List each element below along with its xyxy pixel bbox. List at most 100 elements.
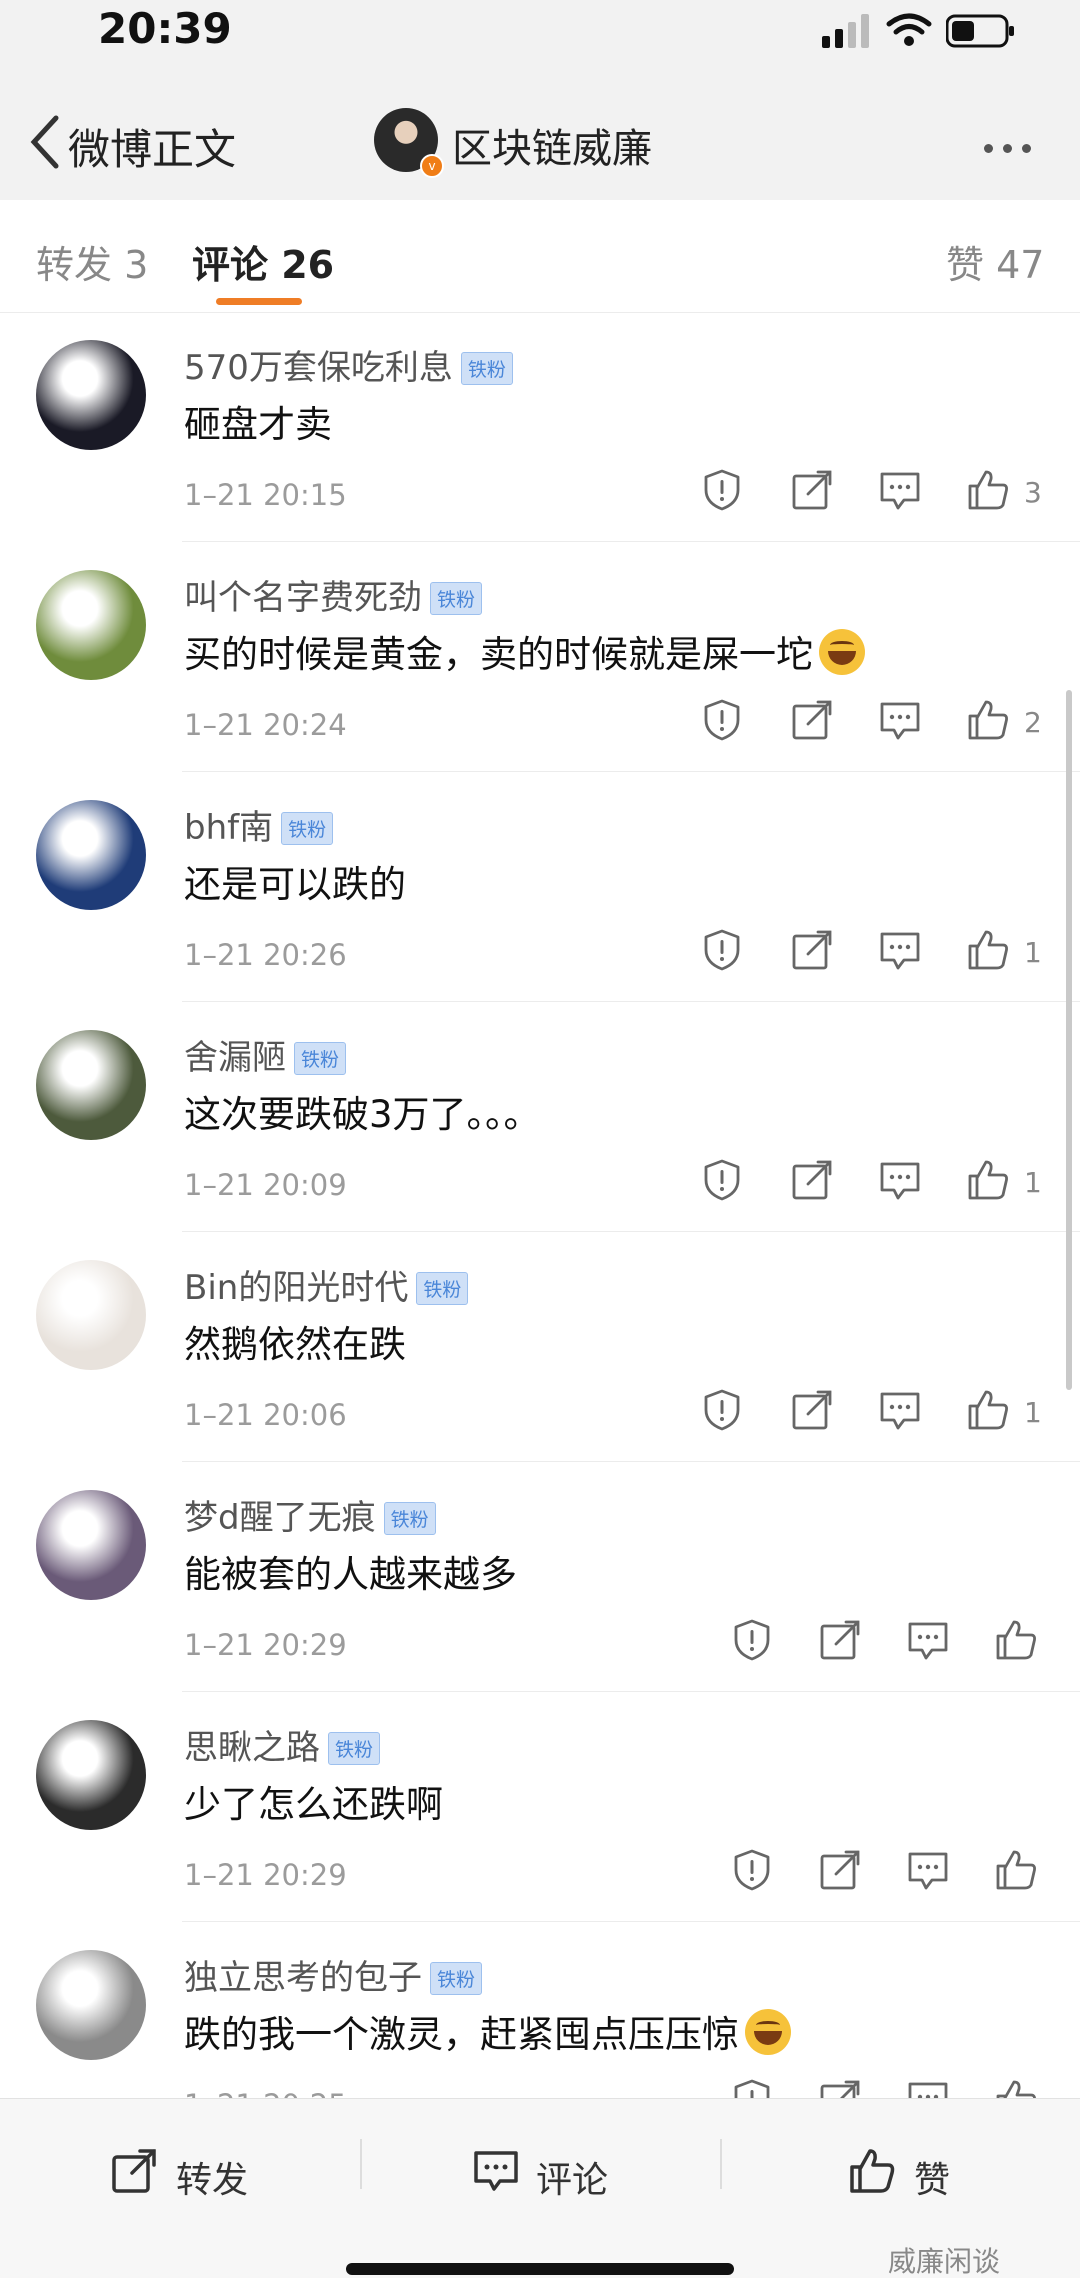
reply-icon[interactable] (878, 928, 922, 972)
reply-icon[interactable] (878, 698, 922, 742)
comment-time: 1–21 20:24 (184, 708, 347, 742)
like-icon[interactable] (966, 698, 1010, 742)
comment-time: 1–21 20:29 (184, 1858, 347, 1892)
report-icon[interactable] (730, 1848, 774, 1892)
repost-icon[interactable] (110, 2147, 158, 2195)
commenter-avatar[interactable] (36, 1950, 146, 2060)
comment-text: 然鹅依然在跌 (184, 1323, 406, 1366)
comment-button[interactable]: 评论 (536, 2151, 608, 2203)
emoji-icon (745, 2009, 791, 2055)
like-count: 1 (1024, 1166, 1042, 1199)
comment-time: 1–21 20:26 (184, 938, 347, 972)
tab-bar: 转发 3 评论 26 赞 47 (0, 200, 1080, 313)
commenter-avatar[interactable] (36, 340, 146, 450)
like-icon[interactable] (966, 468, 1010, 512)
comment-item[interactable]: 思瞅之路 铁粉少了怎么还跌啊 1–21 20:29 (0, 1692, 1080, 1922)
like-icon[interactable] (994, 1618, 1038, 1662)
fan-badge: 铁粉 (430, 1962, 483, 1995)
fan-badge: 铁粉 (430, 582, 483, 615)
report-icon[interactable] (700, 1158, 744, 1202)
bottom-divider (360, 2139, 362, 2189)
status-time: 20:39 (98, 4, 232, 53)
comment-item[interactable]: 叫个名字费死劲 铁粉买的时候是黄金，卖的时候就是屎一坨 1–21 20:24 2 (0, 542, 1080, 772)
report-icon[interactable] (700, 468, 744, 512)
share-icon[interactable] (790, 928, 834, 972)
comment-item[interactable]: 570万套保吃利息 铁粉 砸盘才卖 1–21 20:15 3 (0, 312, 1080, 542)
comment-item[interactable]: Bin的阳光时代 铁粉 然鹅依然在跌 1–21 20:06 1 (0, 1232, 1080, 1462)
like-count: 2 (1024, 706, 1042, 739)
commenter-avatar[interactable] (36, 1030, 146, 1140)
fan-badge: 铁粉 (416, 1272, 469, 1305)
watermark: 威廉闲谈 (888, 2245, 1001, 2278)
reply-icon[interactable] (906, 1618, 950, 1662)
comment-time: 1–21 20:15 (184, 478, 347, 512)
commenter-avatar[interactable] (36, 570, 146, 680)
comment-item[interactable]: 梦d醒了无痕 铁粉能被套的人越来越多 1–21 20:29 (0, 1462, 1080, 1692)
commenter-name[interactable]: 独立思考的包子 铁粉 (184, 1950, 483, 1999)
comment-time: 1–21 20:06 (184, 1398, 347, 1432)
comment-time: 1–21 20:29 (184, 1628, 347, 1662)
commenter-avatar[interactable] (36, 1720, 146, 1830)
report-icon[interactable] (700, 698, 744, 742)
like-count: 3 (1024, 476, 1042, 509)
fan-badge: 铁粉 (328, 1732, 381, 1765)
bottom-divider (720, 2139, 722, 2189)
report-icon[interactable] (700, 928, 744, 972)
commenter-name[interactable]: 梦d醒了无痕 铁粉 (184, 1490, 436, 1539)
signal-icon (822, 14, 869, 48)
commenter-name[interactable]: 570万套保吃利息 铁粉 (184, 340, 513, 389)
fan-badge: 铁粉 (281, 812, 334, 845)
tab-repost[interactable]: 转发 3 (36, 234, 148, 289)
commenter-avatar[interactable] (36, 1260, 146, 1370)
comment-time: 1–21 20:09 (184, 1168, 347, 1202)
fan-badge: 铁粉 (460, 352, 513, 385)
like-icon[interactable] (966, 928, 1010, 972)
active-tab-indicator (216, 298, 302, 305)
scrollbar[interactable] (1066, 690, 1072, 1390)
nav-bar: 微博正文 v 区块链威廉 (0, 70, 1080, 201)
share-icon[interactable] (790, 1388, 834, 1432)
like-count: 1 (1024, 936, 1042, 969)
like-icon[interactable] (994, 1848, 1038, 1892)
commenter-name[interactable]: Bin的阳光时代 铁粉 (184, 1260, 469, 1309)
home-indicator[interactable] (346, 2263, 734, 2275)
like-icon[interactable] (848, 2147, 896, 2195)
comment-text: 这次要跌破3万了。。。 (184, 1093, 541, 1136)
comment-text: 能被套的人越来越多 (184, 1553, 517, 1596)
comment-icon[interactable] (472, 2147, 520, 2195)
report-icon[interactable] (700, 1388, 744, 1432)
share-icon[interactable] (790, 1158, 834, 1202)
share-icon[interactable] (790, 468, 834, 512)
comment-item[interactable]: bhf南 铁粉 还是可以跌的 1–21 20:26 1 (0, 772, 1080, 1002)
like-button[interactable]: 赞 (914, 2151, 950, 2203)
back-button-label[interactable]: 微博正文 (68, 116, 236, 177)
back-chevron-icon[interactable] (26, 114, 66, 170)
commenter-name[interactable]: 叫个名字费死劲 铁粉 (184, 570, 483, 619)
reply-icon[interactable] (878, 1158, 922, 1202)
share-icon[interactable] (790, 698, 834, 742)
comment-text: 少了怎么还跌啊 (184, 1783, 443, 1826)
commenter-avatar[interactable] (36, 800, 146, 910)
share-icon[interactable] (818, 1848, 862, 1892)
tab-like[interactable]: 赞 47 (946, 234, 1044, 289)
comment-text: 买的时候是黄金，卖的时候就是屎一坨 (184, 624, 865, 678)
commenter-avatar[interactable] (36, 1490, 146, 1600)
commenter-name[interactable]: 思瞅之路 铁粉 (184, 1720, 381, 1769)
commenter-name[interactable]: 舍漏陋 铁粉 (184, 1030, 347, 1079)
fan-badge: 铁粉 (383, 1502, 436, 1535)
like-icon[interactable] (966, 1158, 1010, 1202)
status-bar: 20:39 (0, 0, 1080, 70)
battery-icon (946, 14, 1014, 48)
comment-item[interactable]: 舍漏陋 铁粉这次要跌破3万了。。。 1–21 20:09 1 (0, 1002, 1080, 1232)
like-icon[interactable] (966, 1388, 1010, 1432)
reply-icon[interactable] (878, 1388, 922, 1432)
more-options-icon[interactable] (984, 138, 1044, 153)
tab-comment[interactable]: 评论 26 (192, 234, 334, 289)
commenter-name[interactable]: bhf南 铁粉 (184, 800, 334, 849)
repost-button[interactable]: 转发 (176, 2151, 248, 2203)
reply-icon[interactable] (906, 1848, 950, 1892)
report-icon[interactable] (730, 1618, 774, 1662)
reply-icon[interactable] (878, 468, 922, 512)
share-icon[interactable] (818, 1618, 862, 1662)
author-name[interactable]: 区块链威廉 (452, 116, 652, 174)
